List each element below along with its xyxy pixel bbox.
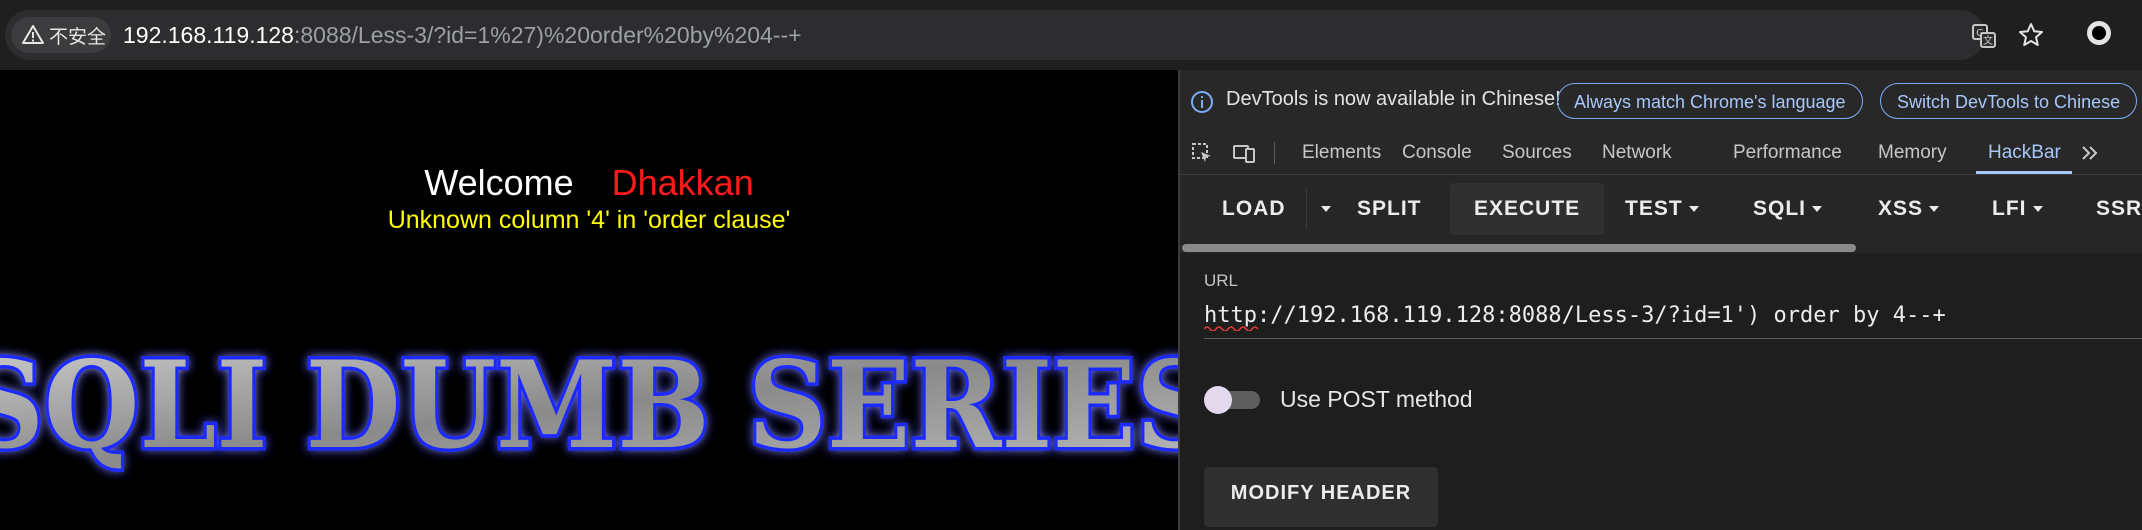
- lfi-menu-button[interactable]: LFI: [1992, 183, 2043, 235]
- xss-label: XSS: [1878, 197, 1924, 220]
- inspect-element-icon[interactable]: [1190, 141, 1214, 165]
- translate-icon[interactable]: G 文: [1970, 22, 1998, 50]
- warning-icon: [22, 25, 44, 44]
- info-icon: [1191, 91, 1213, 113]
- load-separator: [1306, 189, 1307, 229]
- xss-menu-button[interactable]: XSS: [1878, 183, 1940, 235]
- security-label: 不安全: [49, 26, 107, 48]
- bookmark-star-icon[interactable]: [2017, 21, 2045, 49]
- browser-toolbar: 不安全 192.168.119.128:8088/Less-3/?id=1%27…: [0, 0, 2142, 70]
- caret-down-icon: [1321, 206, 1331, 213]
- tab-performance[interactable]: Performance: [1733, 132, 1842, 174]
- post-method-toggle[interactable]: [1204, 385, 1260, 414]
- caret-down-icon: [1929, 206, 1940, 213]
- devtools-language-infobar: DevTools is now available in Chinese! Al…: [1180, 70, 2142, 132]
- caret-down-icon: [1688, 206, 1699, 213]
- load-button[interactable]: LOAD: [1222, 183, 1286, 235]
- sqli-label: SQLI: [1753, 197, 1807, 220]
- caret-down-icon: [2032, 206, 2043, 213]
- post-method-label: Use POST method: [1280, 386, 1473, 412]
- load-dropdown-button[interactable]: [1315, 183, 1331, 235]
- test-menu-button[interactable]: TEST: [1625, 183, 1699, 235]
- test-label: TEST: [1625, 197, 1683, 220]
- ssrf-menu-button[interactable]: SSR: [2096, 183, 2142, 235]
- url-field-label: URL: [1204, 271, 1239, 290]
- tab-sources[interactable]: Sources: [1502, 132, 1572, 174]
- tab-hackbar[interactable]: HackBar: [1988, 132, 2061, 174]
- sqli-dumb-series-banner: SQLI DUMB SERIES: [0, 332, 1178, 480]
- devtools-panel: DevTools is now available in Chinese! Al…: [1178, 70, 2142, 530]
- split-button[interactable]: SPLIT: [1357, 183, 1422, 235]
- welcome-label: Welcome: [424, 162, 574, 203]
- welcome-username: Dhakkan: [611, 162, 754, 203]
- url-host: 192.168.119.128: [123, 22, 294, 48]
- switch-to-chinese-button[interactable]: Switch DevTools to Chinese: [1880, 83, 2138, 119]
- more-tabs-chevron-icon[interactable]: [2078, 141, 2102, 165]
- modify-header-button[interactable]: MODIFY HEADER: [1204, 467, 1438, 527]
- tab-network[interactable]: Network: [1602, 132, 1672, 174]
- banner-text: SQLI DUMB SERIES: [0, 335, 1178, 476]
- toolbar-scrollbar[interactable]: [1180, 243, 2142, 253]
- address-bar[interactable]: 不安全 192.168.119.128:8088/Less-3/?id=1%27…: [5, 10, 1996, 60]
- sql-error-message: Unknown column '4' in 'order clause': [387, 206, 791, 234]
- address-url[interactable]: 192.168.119.128:8088/Less-3/?id=1%27)%20…: [123, 22, 802, 49]
- tab-elements[interactable]: Elements: [1302, 132, 1381, 174]
- url-input[interactable]: [1204, 293, 2142, 337]
- profile-icon[interactable]: [2084, 18, 2114, 48]
- device-toolbar-icon[interactable]: [1232, 141, 1256, 165]
- active-tab-indicator: [1976, 171, 2072, 174]
- toggle-knob: [1204, 386, 1232, 414]
- tab-memory[interactable]: Memory: [1878, 132, 1947, 174]
- svg-text:文: 文: [1983, 34, 1993, 47]
- tab-console[interactable]: Console: [1402, 132, 1472, 174]
- caret-down-icon: [1812, 206, 1823, 213]
- devtools-tabbar: Elements Console Sources Network Perform…: [1180, 132, 2142, 175]
- execute-button[interactable]: EXECUTE: [1450, 183, 1605, 235]
- web-page: Welcome Dhakkan Unknown column '4' in 'or…: [0, 70, 1178, 530]
- spellcheck-underline: [1204, 326, 1259, 331]
- sqli-menu-button[interactable]: SQLI: [1753, 183, 1823, 235]
- hackbar-panel: LOAD SPLIT EXECUTE TEST SQLI XSS LFI SSR…: [1180, 175, 2142, 530]
- security-indicator[interactable]: 不安全: [11, 17, 111, 53]
- url-path: :8088/Less-3/?id=1%27)%20order%20by%204-…: [293, 22, 802, 48]
- url-input-underline: [1204, 338, 2142, 339]
- infobar-message: DevTools is now available in Chinese!: [1226, 88, 1561, 110]
- scrollbar-thumb[interactable]: [1182, 244, 1856, 252]
- welcome-line: Welcome Dhakkan: [0, 162, 1178, 204]
- hackbar-toolbar: LOAD SPLIT EXECUTE TEST SQLI XSS LFI SSR: [1180, 175, 2142, 243]
- lfi-label: LFI: [1992, 197, 2027, 220]
- match-language-button[interactable]: Always match Chrome's language: [1557, 83, 1863, 119]
- tab-separator: [1274, 142, 1275, 164]
